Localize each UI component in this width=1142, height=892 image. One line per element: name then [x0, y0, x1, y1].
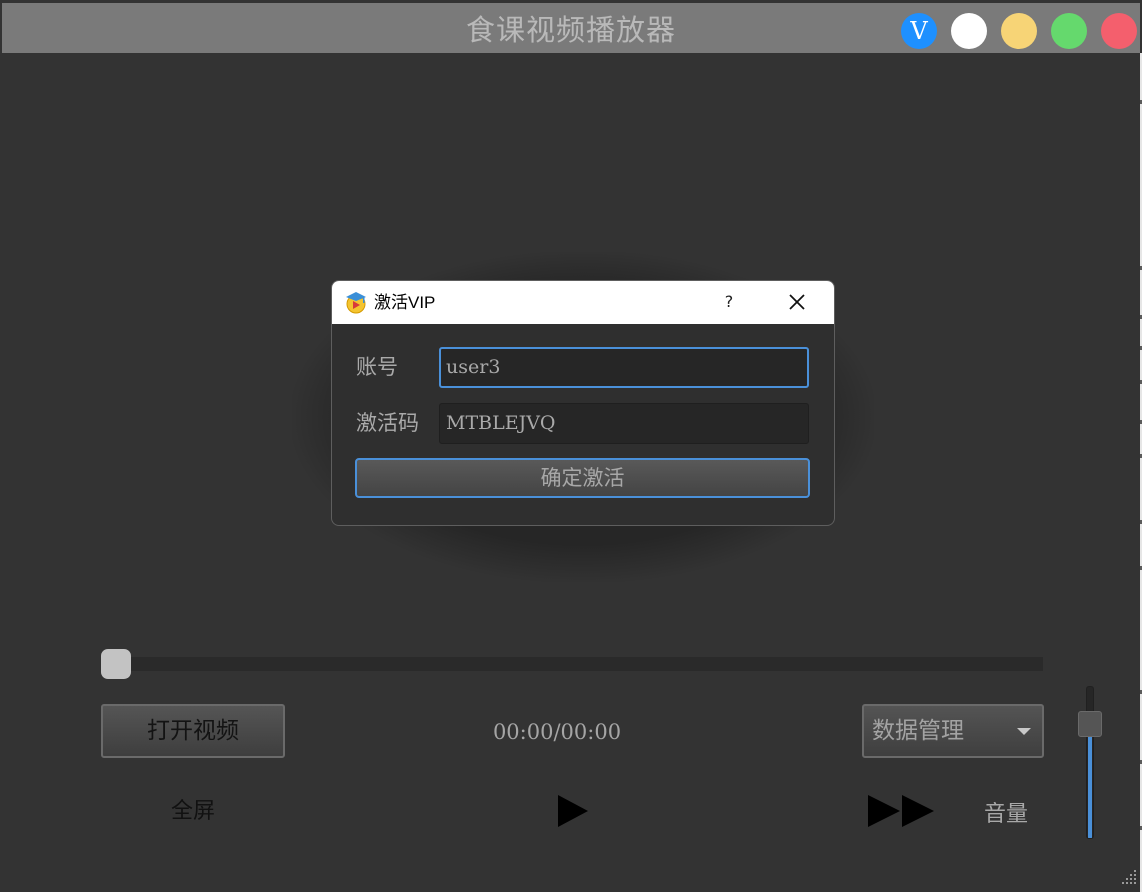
volume-slider[interactable]	[1086, 686, 1094, 839]
chevron-down-icon	[1017, 728, 1031, 735]
title-bar[interactable]: 食课视频播放器 V	[2, 3, 1140, 53]
progress-slider[interactable]	[116, 657, 1043, 671]
time-display: 00:00/00:00	[492, 720, 622, 744]
fullscreen-button[interactable]: 全屏	[150, 797, 236, 827]
progress-slider-handle[interactable]	[101, 649, 131, 679]
skin-white-button[interactable]	[951, 13, 987, 49]
play-icon[interactable]	[555, 793, 591, 829]
volume-label: 音量	[983, 802, 1028, 827]
volume-slider-handle[interactable]	[1078, 711, 1102, 737]
player-window: 食课视频播放器 V 激活VIP ? 账号 user3 激活码 MTBLEJVQ …	[0, 0, 1142, 892]
dialog-title: 激活VIP	[374, 293, 436, 312]
confirm-activate-button[interactable]: 确定激活	[355, 458, 810, 498]
account-label: 账号	[356, 355, 398, 379]
close-icon[interactable]	[784, 289, 810, 315]
vip-button[interactable]: V	[901, 13, 937, 49]
data-management-select[interactable]: 数据管理	[862, 704, 1044, 758]
activation-code-label: 激活码	[356, 411, 419, 435]
data-select-value: 数据管理	[872, 718, 964, 744]
open-video-button[interactable]: 打开视频	[101, 704, 285, 758]
activate-vip-dialog: 激活VIP ? 账号 user3 激活码 MTBLEJVQ 确定激活	[331, 280, 835, 526]
activation-code-input[interactable]: MTBLEJVQ	[439, 403, 809, 444]
maximize-button[interactable]	[1051, 13, 1087, 49]
dialog-title-bar[interactable]: 激活VIP ?	[332, 281, 834, 324]
vip-badge-icon	[346, 292, 366, 314]
fast-forward-icon[interactable]	[866, 793, 936, 829]
account-input[interactable]: user3	[439, 347, 809, 388]
help-button[interactable]: ?	[720, 291, 738, 313]
resize-grip-icon[interactable]	[1118, 866, 1138, 888]
minimize-button[interactable]	[1001, 13, 1037, 49]
close-button[interactable]	[1101, 13, 1137, 49]
